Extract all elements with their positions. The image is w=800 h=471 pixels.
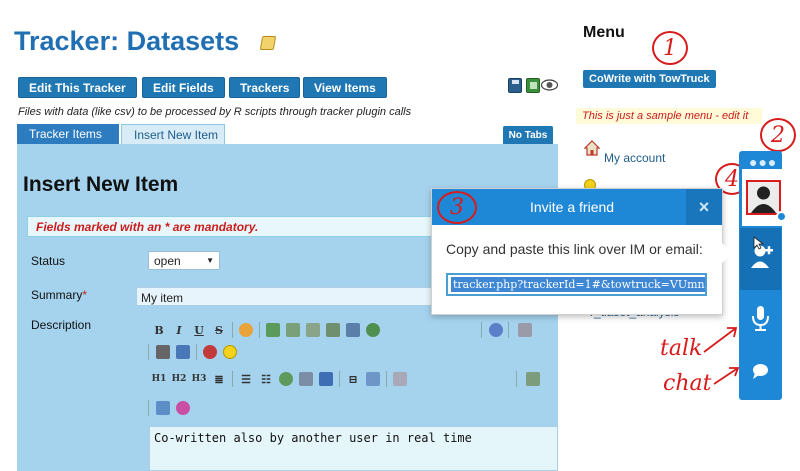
copy-icon[interactable] [286, 323, 300, 337]
annotation-2: 2 [760, 118, 796, 152]
replace-icon[interactable] [176, 345, 190, 359]
description-label: Description [31, 318, 92, 332]
help-icon[interactable] [489, 323, 503, 337]
home-icon [583, 140, 601, 156]
annotation-3: 3 [437, 191, 477, 224]
avatar[interactable] [746, 180, 781, 215]
status-select-value: open [154, 253, 181, 268]
invite-message: Copy and paste this link over IM or emai… [446, 241, 703, 257]
no-tabs-button[interactable]: No Tabs [503, 126, 553, 145]
spellcheck-icon[interactable] [366, 323, 380, 337]
trackers-button[interactable]: Trackers [229, 77, 301, 98]
summary-label: Summary* [31, 288, 87, 302]
editor-toolbar: B I U S H1 H2 H3 ≣ ☰ ☷ ⊟ [146, 317, 558, 427]
edit-icon[interactable] [259, 36, 277, 50]
align-icon[interactable]: ≣ [212, 372, 226, 386]
tracker-description: Files with data (like csv) to be process… [18, 106, 412, 118]
close-icon[interactable]: × [686, 189, 722, 225]
page-title: Tracker: Datasets [14, 26, 240, 56]
add-friend-button[interactable] [740, 228, 781, 290]
annotation-1: 1 [652, 31, 688, 65]
tab-tracker-items[interactable]: Tracker Items [17, 124, 119, 144]
status-label: Status [31, 254, 66, 268]
menu-title: Menu [583, 24, 625, 41]
link-icon[interactable] [279, 372, 293, 386]
invite-link-field[interactable]: tracker.php?trackerId=1#&towtruck=VUmnqo… [446, 273, 707, 296]
my-account-link[interactable]: My account [604, 151, 665, 165]
edit-this-tracker-button[interactable]: Edit This Tracker [18, 77, 137, 98]
fullscreen-icon[interactable] [526, 372, 540, 386]
edit-fields-button[interactable]: Edit Fields [142, 77, 225, 98]
horizontal-rule-icon[interactable]: ⊟ [346, 372, 360, 386]
image-icon[interactable] [266, 323, 280, 337]
template-icon[interactable] [393, 372, 407, 386]
watch-eye-icon[interactable] [540, 79, 559, 91]
form-heading: Insert New Item [23, 173, 179, 196]
chevron-down-icon: ▼ [206, 256, 214, 265]
color-icon[interactable] [239, 323, 253, 337]
heading1-icon[interactable]: H1 [152, 372, 167, 386]
wrench-icon[interactable] [518, 323, 532, 337]
paste-word-icon[interactable] [346, 323, 360, 337]
invite-link-text: tracker.php?trackerId=1#&towtruck=VUmnqo… [451, 277, 705, 292]
bullet-list-icon[interactable]: ☰ [239, 372, 253, 386]
plugin-icon[interactable] [176, 401, 190, 415]
save-icon[interactable] [508, 78, 522, 93]
special-char-icon[interactable] [203, 345, 217, 359]
smiley-icon[interactable] [223, 345, 237, 359]
strikethrough-icon[interactable]: S [212, 323, 226, 337]
annotation-talk: talk [660, 336, 703, 361]
required-mark: * [82, 288, 88, 302]
underline-icon[interactable]: U [192, 323, 206, 337]
invite-dialog-title: Invite a friend [530, 199, 615, 215]
paste-icon[interactable] [306, 323, 320, 337]
annotation-arrows [703, 327, 740, 385]
source-icon[interactable] [156, 401, 170, 415]
status-select[interactable]: open ▼ [148, 251, 220, 270]
paste-text-icon[interactable] [326, 323, 340, 337]
summary-label-text: Summary [31, 288, 83, 302]
gear-icon[interactable] [776, 211, 787, 222]
export-icon[interactable] [526, 78, 540, 93]
menu-dots-icon[interactable]: ●●● [749, 154, 777, 170]
tab-insert-new-item[interactable]: Insert New Item [121, 124, 225, 144]
italic-icon[interactable]: I [172, 323, 186, 337]
description-editor[interactable]: Co-written also by another user in real … [149, 426, 558, 471]
sample-menu-note: This is just a sample menu - edit it [576, 108, 762, 124]
numbered-list-icon[interactable]: ☷ [259, 372, 273, 386]
dialog-pointer [722, 243, 732, 263]
find-icon[interactable] [156, 345, 170, 359]
bold-icon[interactable]: B [152, 323, 166, 337]
table-icon[interactable] [299, 372, 313, 386]
html-icon[interactable] [319, 372, 333, 386]
cowrite-button[interactable]: CoWrite with TowTruck [583, 70, 716, 88]
view-items-button[interactable]: View Items [303, 77, 387, 98]
heading2-icon[interactable]: H2 [172, 372, 187, 386]
heading3-icon[interactable]: H3 [192, 372, 207, 386]
page-icon[interactable] [366, 372, 380, 386]
